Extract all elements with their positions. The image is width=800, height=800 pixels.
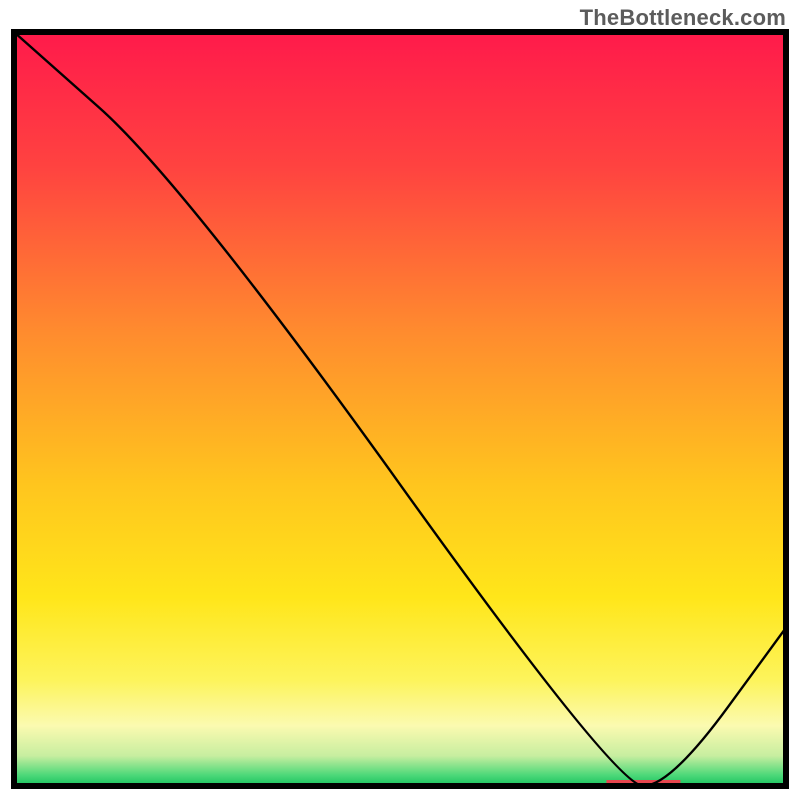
chart-container: TheBottleneck.com [0, 0, 800, 800]
gradient-background [14, 32, 786, 786]
bottleneck-chart [0, 0, 800, 800]
watermark-text: TheBottleneck.com [580, 5, 786, 31]
